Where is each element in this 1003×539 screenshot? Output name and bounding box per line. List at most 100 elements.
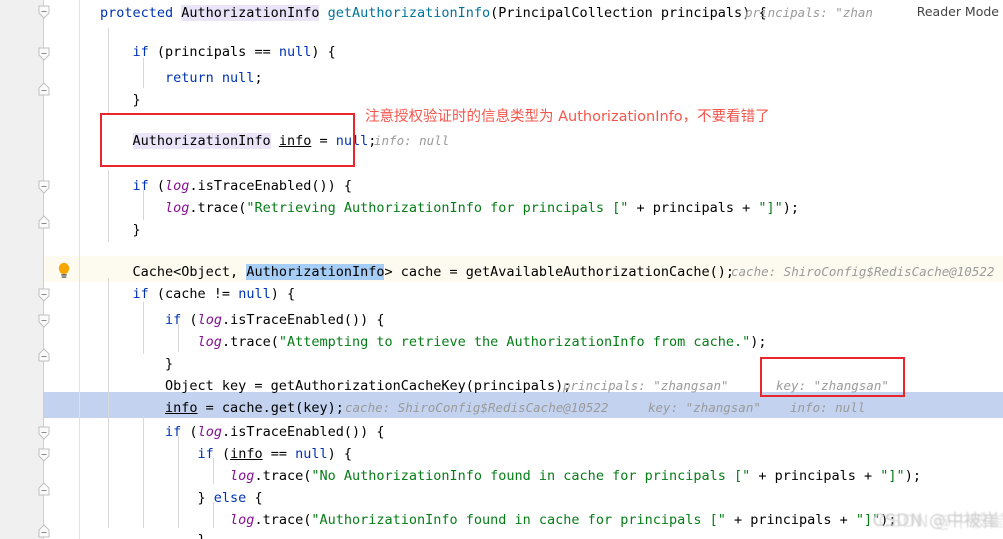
code-token: null bbox=[278, 44, 312, 60]
code-token: Object key = getAuthorizationCacheKey(pr… bbox=[100, 378, 572, 394]
code-token: } bbox=[100, 92, 141, 108]
code-token: ); bbox=[782, 200, 800, 216]
code-token: null bbox=[295, 446, 328, 462]
code-token: = cache.get(key); bbox=[197, 400, 344, 416]
inline-debug-hint: principals: "zhan bbox=[745, 5, 873, 20]
code-token: .isTraceEnabled()) { bbox=[189, 178, 352, 194]
code-token: else bbox=[213, 490, 247, 506]
code-token: ) { bbox=[327, 446, 353, 462]
code-token: return null bbox=[165, 70, 255, 86]
code-token: log bbox=[165, 200, 190, 216]
annotation-box-key-hint bbox=[760, 357, 905, 397]
code-line[interactable]: } bbox=[0, 527, 1003, 539]
code-token: } bbox=[100, 532, 206, 539]
code-editor[interactable]: protected AuthorizationInfo getAuthoriza… bbox=[0, 0, 1003, 539]
code-token: (PrincipalCollection principals) { bbox=[490, 5, 767, 21]
code-token: info bbox=[230, 446, 263, 462]
code-token: null bbox=[238, 286, 271, 302]
code-token: ; bbox=[254, 70, 263, 86]
code-token: "]" bbox=[758, 200, 783, 216]
code-line[interactable]: if (principals == null) { bbox=[0, 39, 1003, 65]
inline-debug-hint: key: "zhangsan" bbox=[648, 400, 761, 415]
code-token: "Attempting to retrieve the Authorizatio… bbox=[278, 334, 751, 350]
code-token: { bbox=[246, 490, 263, 506]
code-token: ( bbox=[148, 178, 166, 194]
code-token: .trace( bbox=[254, 512, 312, 528]
reader-mode-label[interactable]: Reader Mode bbox=[908, 0, 999, 24]
code-token: ) { bbox=[311, 44, 336, 60]
code-token: ) { bbox=[270, 286, 296, 302]
code-line-text[interactable]: if (principals == null) { bbox=[100, 39, 336, 65]
code-token: + principals + bbox=[725, 512, 856, 528]
code-token: log bbox=[197, 334, 222, 350]
watermark-text-shadow: CSDN @中被崔 bbox=[878, 512, 1003, 532]
code-token: + principals + bbox=[628, 200, 759, 216]
code-token: if bbox=[165, 424, 182, 440]
code-token: log bbox=[230, 468, 255, 484]
inline-debug-hint: info: null bbox=[374, 133, 450, 148]
code-token: Cache<Object, bbox=[100, 264, 247, 280]
code-token: } bbox=[100, 222, 141, 238]
code-token: AuthorizationInfo bbox=[246, 264, 385, 280]
code-token: log bbox=[165, 178, 190, 194]
code-line-text[interactable]: } bbox=[100, 87, 141, 113]
code-token: "No AuthorizationInfo found in cache for… bbox=[311, 468, 751, 484]
code-line-text[interactable]: if (cache != null) { bbox=[100, 281, 296, 307]
code-token: log bbox=[197, 312, 222, 328]
code-token: .trace( bbox=[254, 468, 312, 484]
code-token: "AuthorizationInfo found in cache for pr… bbox=[311, 512, 726, 528]
code-token: .isTraceEnabled()) { bbox=[221, 424, 385, 440]
code-token: if bbox=[197, 446, 214, 462]
code-token: } bbox=[100, 356, 174, 372]
code-token: + principals + bbox=[750, 468, 881, 484]
code-token: AuthorizationInfo bbox=[181, 5, 320, 21]
code-token: "]" bbox=[880, 468, 905, 484]
code-token: if bbox=[132, 44, 149, 60]
code-token: == bbox=[262, 446, 296, 462]
code-token: .isTraceEnabled()) { bbox=[221, 312, 385, 328]
code-token: ( bbox=[181, 312, 198, 328]
inline-debug-hint: info: null bbox=[790, 400, 866, 415]
code-token: (principals == bbox=[148, 44, 279, 60]
inline-debug-hint: cache: ShiroConfig$RedisCache@10522 bbox=[345, 400, 609, 415]
code-line-text[interactable]: info = cache.get(key); bbox=[100, 395, 344, 421]
intention-bulb-icon[interactable] bbox=[57, 262, 71, 280]
code-line-text[interactable]: } bbox=[100, 217, 141, 243]
code-token: log bbox=[197, 424, 222, 440]
code-token: getAuthorizationInfo bbox=[327, 5, 491, 21]
annotation-box-info-declaration bbox=[100, 113, 355, 167]
annotation-note-text: 注意授权验证时的信息类型为 AuthorizationInfo，不要看错了 bbox=[365, 109, 770, 125]
code-token: log bbox=[230, 512, 255, 528]
code-line[interactable]: } bbox=[0, 217, 1003, 243]
code-token: if bbox=[132, 286, 149, 302]
code-line[interactable]: protected AuthorizationInfo getAuthoriza… bbox=[0, 0, 1003, 26]
code-token: .trace( bbox=[221, 334, 279, 350]
code-token: (cache != bbox=[148, 286, 239, 302]
code-line-text[interactable]: protected AuthorizationInfo getAuthoriza… bbox=[100, 0, 767, 26]
code-token: ( bbox=[181, 424, 198, 440]
code-token: > cache = getAvailableAuthorizationCache… bbox=[384, 264, 734, 280]
code-token: "Retrieving AuthorizationInfo for princi… bbox=[246, 200, 629, 216]
code-token: if bbox=[165, 312, 182, 328]
code-token: info bbox=[165, 400, 198, 416]
code-token: .trace( bbox=[189, 200, 247, 216]
code-token: if bbox=[132, 178, 149, 194]
code-token: ); bbox=[904, 468, 921, 484]
watermark: CSDN @中被崔 CSDN @中被崔 bbox=[873, 506, 1003, 532]
code-line-text[interactable]: } bbox=[100, 527, 206, 539]
code-line[interactable]: if (cache != null) { bbox=[0, 281, 1003, 307]
code-line[interactable]: info = cache.get(key); cache: ShiroConfig… bbox=[0, 395, 1003, 421]
